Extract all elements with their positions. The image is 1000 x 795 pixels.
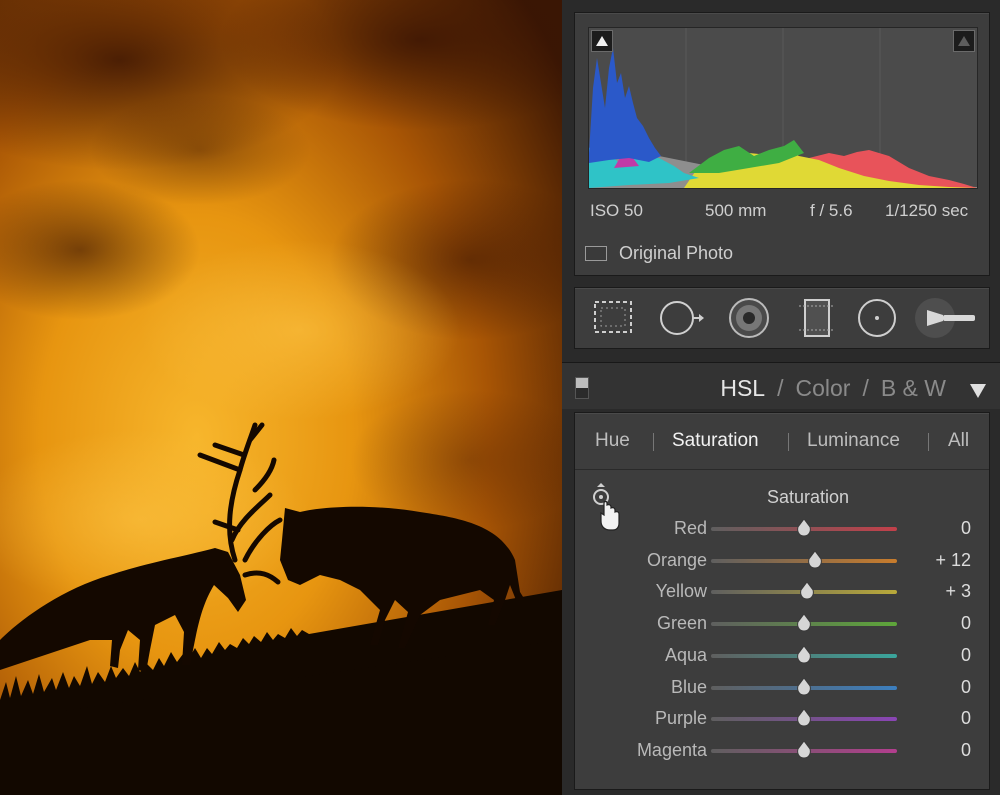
radial-filter-icon[interactable] — [853, 296, 901, 340]
slider-value[interactable]: 0 — [961, 613, 971, 634]
slider-thumb[interactable] — [797, 740, 811, 759]
iso-readout: ISO 50 — [590, 201, 643, 220]
saturation-row-green: Green 0 — [575, 610, 989, 640]
shadow-clipping-toggle[interactable] — [591, 30, 613, 52]
slider-thumb[interactable] — [797, 518, 811, 537]
slider-value[interactable]: + 12 — [935, 550, 971, 571]
saturation-row-blue: Blue 0 — [575, 674, 989, 704]
saturation-slider-orange[interactable] — [711, 549, 897, 569]
slider-label: Blue — [670, 676, 707, 697]
red-eye-icon[interactable] — [725, 296, 773, 340]
slider-thumb[interactable] — [797, 708, 811, 727]
slider-value[interactable]: 0 — [961, 645, 971, 666]
mode-separator: / — [777, 375, 784, 401]
focal-length-readout: 500 mm — [705, 201, 767, 220]
saturation-slider-magenta[interactable] — [711, 740, 897, 759]
hsl-mode-hsl[interactable]: HSL — [720, 375, 765, 401]
saturation-slider-aqua[interactable] — [711, 644, 897, 664]
hsl-mode-color[interactable]: Color — [795, 375, 850, 401]
panel-enable-switch[interactable] — [575, 377, 589, 399]
adjustment-brush-icon[interactable] — [913, 296, 979, 340]
saturation-slider-purple[interactable] — [711, 708, 897, 727]
highlight-clipping-toggle[interactable] — [953, 30, 975, 52]
slider-value[interactable]: 0 — [961, 677, 971, 698]
collapse-triangle-icon[interactable] — [970, 384, 986, 398]
hsl-tab-bar: Hue Saturation Luminance All — [575, 413, 989, 470]
tab-hue[interactable]: Hue — [595, 430, 630, 452]
original-photo-checkbox[interactable] — [585, 246, 607, 261]
aperture-readout: f / 5.6 — [810, 201, 853, 220]
tab-separator — [928, 433, 929, 451]
slider-label: Orange — [646, 549, 707, 570]
graduated-filter-icon[interactable] — [793, 296, 841, 340]
slider-label: Aqua — [664, 644, 707, 665]
slider-thumb[interactable] — [808, 549, 822, 569]
saturation-slider-blue[interactable] — [711, 676, 897, 696]
saturation-row-red: Red 0 — [575, 515, 989, 545]
slider-value[interactable]: 0 — [961, 740, 971, 761]
develop-right-panel: ISO 50 500 mm f / 5.6 1/1250 sec Origina… — [562, 0, 1000, 795]
crop-overlay-icon[interactable] — [589, 296, 637, 340]
hsl-mode-bw[interactable]: B & W — [881, 375, 946, 401]
slider-label: Yellow — [655, 581, 707, 602]
hsl-mode-selector: HSL / Color / B & W — [720, 375, 946, 402]
slider-value[interactable]: 0 — [961, 518, 971, 539]
mode-separator: / — [862, 375, 869, 401]
saturation-slider-yellow[interactable] — [711, 581, 897, 600]
tab-all[interactable]: All — [948, 430, 969, 452]
saturation-row-orange: Orange + 12 — [575, 547, 989, 577]
saturation-slider-red[interactable] — [711, 518, 897, 537]
hsl-panel-body: Hue Saturation Luminance All Saturation … — [574, 412, 990, 790]
slider-label: Red — [673, 518, 707, 538]
slider-thumb[interactable] — [799, 581, 814, 600]
saturation-slider-green[interactable] — [711, 613, 897, 632]
saturation-row-aqua: Aqua 0 — [575, 642, 989, 672]
photo-preview — [0, 0, 562, 795]
slider-value[interactable]: + 3 — [945, 581, 971, 602]
hsl-panel-header[interactable]: HSL / Color / B & W — [562, 362, 1000, 409]
slider-thumb[interactable] — [797, 676, 811, 696]
slider-value[interactable]: 0 — [961, 708, 971, 729]
saturation-row-purple: Purple 0 — [575, 705, 989, 735]
tab-saturation[interactable]: Saturation — [672, 430, 759, 452]
slider-thumb[interactable] — [797, 644, 811, 664]
spot-removal-icon[interactable] — [657, 296, 705, 340]
original-photo-label: Original Photo — [619, 243, 734, 263]
tool-strip — [574, 287, 990, 349]
saturation-row-yellow: Yellow + 3 — [575, 578, 989, 608]
shutter-speed-readout: 1/1250 sec — [885, 201, 969, 220]
saturation-section-title: Saturation — [766, 487, 850, 507]
histogram-chart — [588, 27, 978, 189]
slider-label: Magenta — [636, 739, 707, 760]
tab-separator — [788, 433, 789, 451]
tab-separator — [653, 433, 654, 451]
slider-label: Purple — [654, 708, 707, 729]
histogram-panel: ISO 50 500 mm f / 5.6 1/1250 sec Origina… — [574, 12, 990, 276]
slider-thumb[interactable] — [797, 613, 811, 632]
slider-label: Green — [656, 613, 707, 634]
tab-luminance[interactable]: Luminance — [807, 430, 900, 452]
saturation-row-magenta: Magenta 0 — [575, 737, 989, 767]
